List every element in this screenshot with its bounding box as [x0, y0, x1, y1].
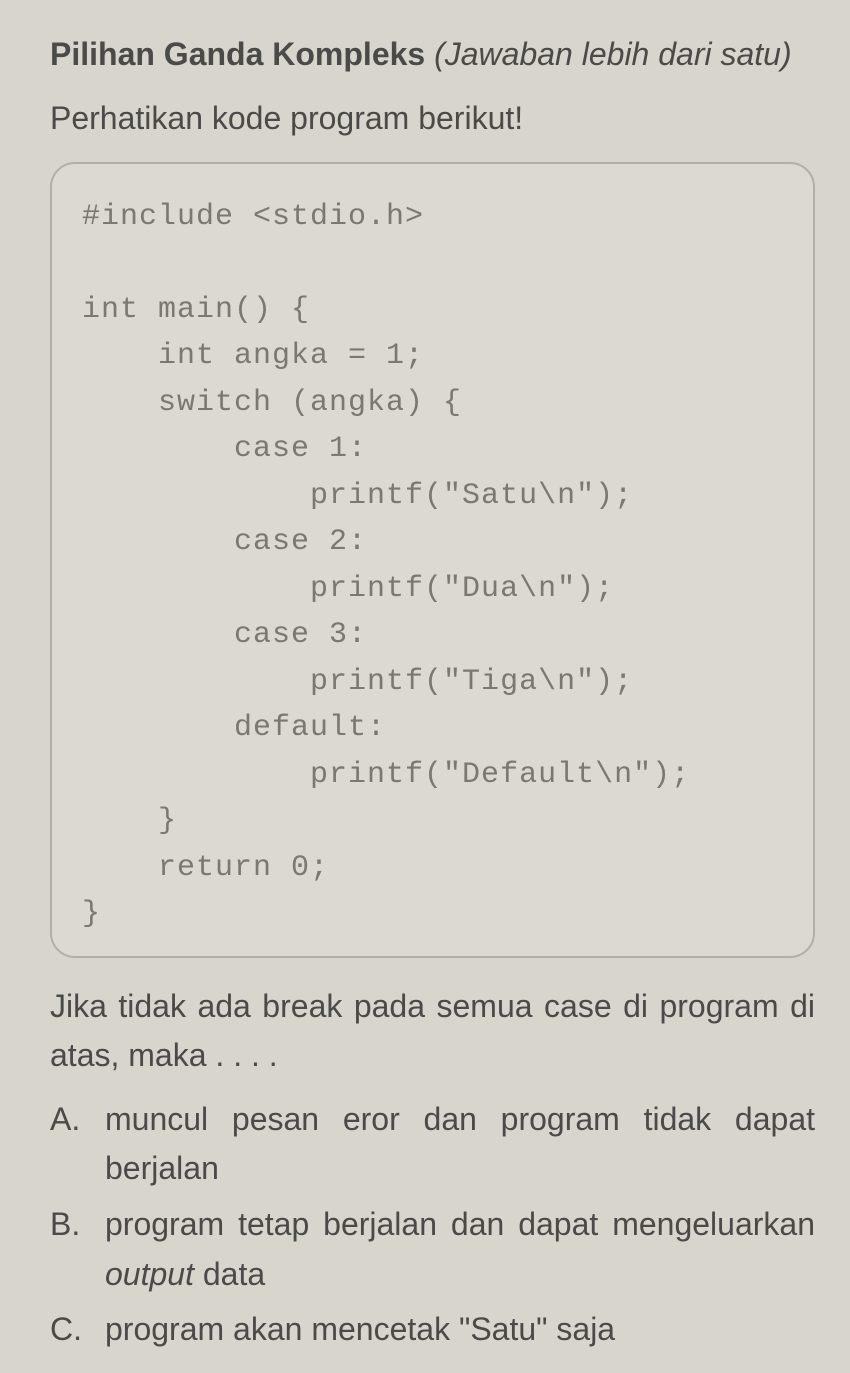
option-text: program akan mencetak "Satu" saja [105, 1305, 815, 1355]
option-letter: A. [50, 1095, 105, 1194]
instruction-text: Perhatikan kode program berikut! [50, 98, 815, 140]
option-letter: C. [50, 1305, 105, 1355]
code-content: #include <stdio.h> int main() { int angk… [82, 194, 788, 938]
options-list: A. muncul pesan eror dan program tidak d… [50, 1095, 815, 1355]
code-box: #include <stdio.h> int main() { int angk… [50, 162, 815, 958]
section-heading: Pilihan Ganda Kompleks (Jawaban lebih da… [50, 30, 815, 78]
option-b: B. program tetap berjalan dan dapat meng… [50, 1200, 815, 1299]
option-c: C. program akan mencetak "Satu" saja [50, 1305, 815, 1355]
option-a: A. muncul pesan eror dan program tidak d… [50, 1095, 815, 1194]
option-text: muncul pesan eror dan program tidak dapa… [105, 1095, 815, 1194]
option-text: program tetap berjalan dan dapat mengelu… [105, 1200, 815, 1299]
option-letter: B. [50, 1200, 105, 1299]
question-text: Jika tidak ada break pada semua case di … [50, 982, 815, 1081]
heading-bold: Pilihan Ganda Kompleks [50, 36, 425, 72]
heading-italic: (Jawaban lebih dari satu) [434, 36, 792, 72]
